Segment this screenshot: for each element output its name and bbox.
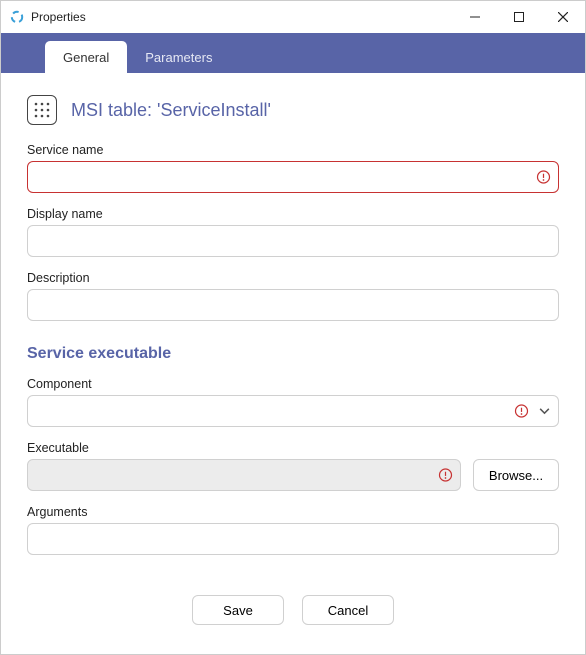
display-name-input[interactable] — [27, 225, 559, 257]
error-icon — [438, 468, 453, 483]
description-label: Description — [27, 271, 559, 285]
arguments-input[interactable] — [27, 523, 559, 555]
tab-parameters[interactable]: Parameters — [127, 41, 230, 73]
executable-input — [27, 459, 461, 491]
page-header: MSI table: 'ServiceInstall' — [27, 95, 559, 125]
cancel-button[interactable]: Cancel — [302, 595, 394, 625]
component-combobox[interactable] — [27, 395, 559, 427]
content-panel: MSI table: 'ServiceInstall' Service name… — [1, 73, 585, 635]
window-title: Properties — [31, 10, 453, 24]
error-icon — [536, 170, 551, 185]
save-button[interactable]: Save — [192, 595, 284, 625]
maximize-button[interactable] — [497, 1, 541, 33]
minimize-button[interactable] — [453, 1, 497, 33]
description-input[interactable] — [27, 289, 559, 321]
titlebar: Properties — [1, 1, 585, 33]
error-icon — [514, 404, 529, 419]
close-button[interactable] — [541, 1, 585, 33]
page-title: MSI table: 'ServiceInstall' — [71, 100, 271, 121]
app-icon — [9, 9, 25, 25]
service-name-input[interactable] — [27, 161, 559, 193]
browse-button[interactable]: Browse... — [473, 459, 559, 491]
arguments-label: Arguments — [27, 505, 559, 519]
display-name-label: Display name — [27, 207, 559, 221]
section-executable-title: Service executable — [27, 345, 559, 363]
executable-label: Executable — [27, 441, 559, 455]
tab-general[interactable]: General — [45, 41, 127, 73]
tabbar: General Parameters — [1, 33, 585, 73]
table-grid-icon — [27, 95, 57, 125]
service-name-label: Service name — [27, 143, 559, 157]
chevron-down-icon[interactable] — [538, 405, 551, 418]
component-label: Component — [27, 377, 559, 391]
